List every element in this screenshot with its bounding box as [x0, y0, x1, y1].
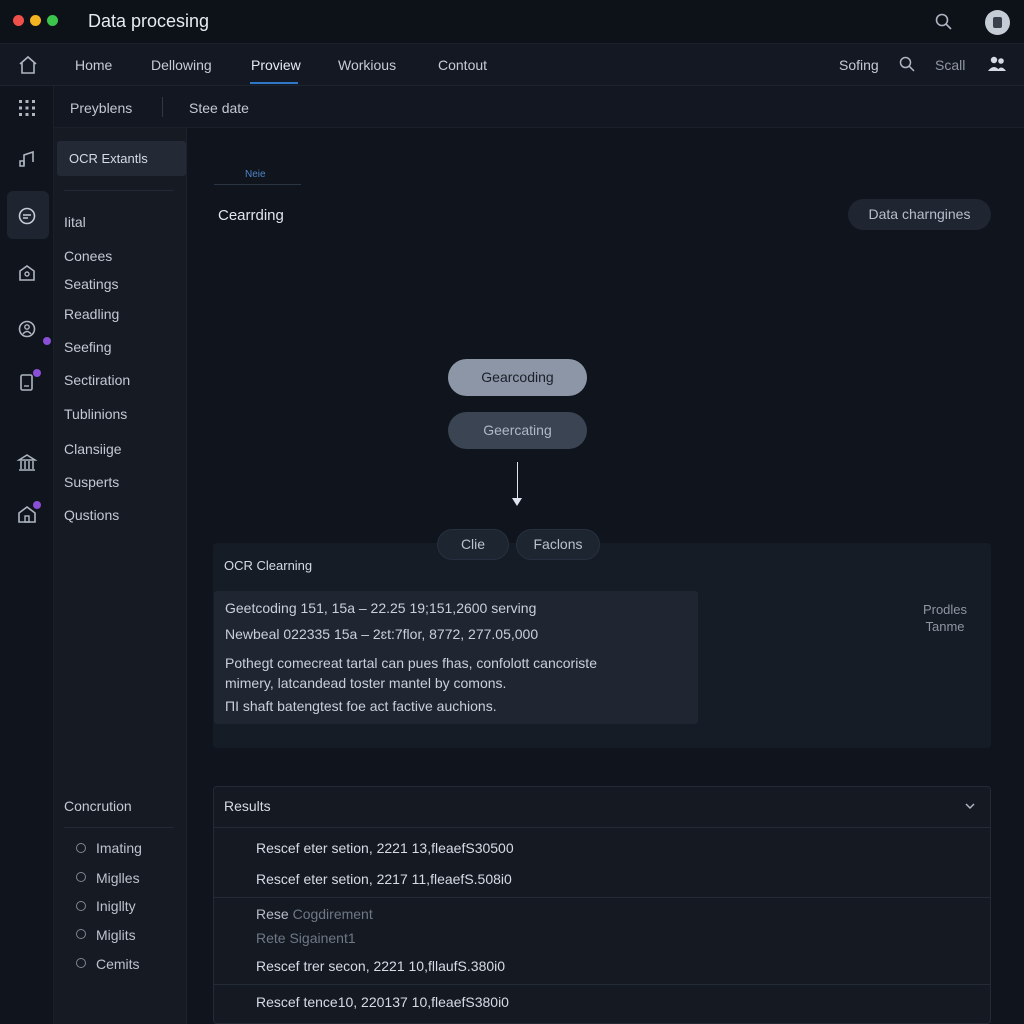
- radio-label: Imating: [96, 840, 142, 856]
- result-row[interactable]: Rescef eter setion, 2217 11,fleaefS.508i…: [256, 871, 512, 887]
- app-title: Data procesing: [88, 11, 210, 31]
- radio-cemits[interactable]: [76, 958, 86, 968]
- ocr-line: ΠI shaft batengtest foe act factive auch…: [225, 698, 497, 714]
- chevron-down-icon[interactable]: [963, 799, 977, 813]
- avatar[interactable]: [985, 10, 1010, 35]
- search-icon[interactable]: [934, 12, 954, 32]
- notification-badge: [43, 337, 51, 345]
- subbar-divider: [162, 97, 163, 117]
- result-row[interactable]: Rescef trer secon, 2221 10,fllaufS.380i0: [256, 958, 505, 974]
- home-icon[interactable]: [17, 54, 39, 76]
- sidebar-item-conees[interactable]: Conees: [64, 248, 112, 264]
- results-divider: [214, 897, 990, 898]
- ocr-panel-title: OCR Clearning: [224, 558, 313, 573]
- page-title: Cearrding: [218, 207, 284, 224]
- flow-arrow-head: [512, 498, 522, 506]
- subbar-stee-date[interactable]: Stee date: [189, 100, 249, 116]
- sidebar-item-tublinions[interactable]: Tublinions: [64, 406, 127, 422]
- nav-proview[interactable]: Proview: [251, 57, 301, 73]
- sidebar-item-sectiration[interactable]: Sectiration: [64, 372, 130, 388]
- breadcrumb[interactable]: Neie: [245, 169, 266, 180]
- ocr-line: Newbeal 022335 15a – 2ɛt:7flor, 8772, 27…: [225, 626, 539, 642]
- sidebar-item-readling[interactable]: Readling: [64, 306, 119, 322]
- bank-icon[interactable]: [16, 452, 38, 474]
- result-row-dim[interactable]: Rese Cogdirement: [256, 906, 373, 922]
- ocr-line: Pothegt comecreat tartal can pues fhas, …: [225, 655, 597, 671]
- radio-miglits[interactable]: [76, 929, 86, 939]
- shield-home-icon[interactable]: [16, 262, 38, 284]
- result-row-rest: Cogdirement: [288, 906, 373, 922]
- nav-dellowing[interactable]: Dellowing: [151, 57, 212, 73]
- notification-badge: [33, 369, 41, 377]
- nav-home[interactable]: Home: [75, 57, 112, 73]
- radio-miglles[interactable]: [76, 872, 86, 882]
- flow-arrow: [517, 462, 518, 500]
- users-icon[interactable]: [987, 55, 1007, 73]
- radio-imating[interactable]: [76, 843, 86, 853]
- active-tab-indicator: [250, 82, 298, 84]
- results-divider: [214, 984, 990, 985]
- close-window-button[interactable]: [13, 15, 24, 26]
- ocr-line: Geetcoding 151, 15a – 22.25 19;151,2600 …: [225, 600, 537, 616]
- flow-node-geercating[interactable]: Geercating: [448, 412, 587, 449]
- sidebar-section-title: Concrution: [64, 798, 132, 814]
- result-row-prefix: Rese: [256, 906, 289, 922]
- breadcrumb-underline: [214, 184, 301, 185]
- nav-workious[interactable]: Workious: [338, 57, 396, 73]
- sidebar-divider: [64, 827, 174, 828]
- result-row[interactable]: Rescef tence10, 220137 10,fleaefS380i0: [256, 994, 509, 1010]
- minimize-window-button[interactable]: [30, 15, 41, 26]
- side-note-line: Prodles: [922, 602, 968, 617]
- ocr-line: mimery, latcandead toster mantel by como…: [225, 675, 507, 691]
- result-row[interactable]: Rescef eter setion, 2221 13,fleaefS30500: [256, 840, 514, 856]
- side-note-line: Tanme: [925, 619, 965, 634]
- radio-label: Miglles: [96, 870, 140, 886]
- sidebar-divider: [64, 190, 174, 191]
- results-title: Results: [224, 798, 271, 814]
- sidebar-item-label: OCR Extantls: [69, 151, 148, 166]
- nav-scall[interactable]: Scall: [935, 57, 965, 73]
- result-row-rest: Rete Sigainent1: [256, 930, 356, 946]
- sidebar-item-qustions[interactable]: Qustions: [64, 507, 119, 523]
- sidebar-item-susperts[interactable]: Susperts: [64, 474, 119, 490]
- result-row-dim[interactable]: Rete Sigainent1: [256, 930, 356, 946]
- sidebar-item-seefing[interactable]: Seefing: [64, 339, 111, 355]
- nav-sofing[interactable]: Sofing: [839, 57, 879, 73]
- chat-icon[interactable]: [16, 205, 38, 227]
- sidebar-item-iital[interactable]: Iital: [64, 214, 86, 230]
- music-icon[interactable]: [16, 148, 38, 170]
- radio-label: Cemits: [96, 956, 140, 972]
- grid-icon[interactable]: [16, 97, 38, 119]
- radio-inigllty[interactable]: [76, 901, 86, 911]
- nav-contout[interactable]: Contout: [438, 57, 487, 73]
- radio-label: Inigllty: [96, 898, 136, 914]
- user-search-icon[interactable]: [16, 318, 38, 340]
- chip-clie[interactable]: Clie: [437, 529, 509, 560]
- sidebar-item-clansiige[interactable]: Clansiige: [64, 441, 122, 457]
- sidebar-item-seatings[interactable]: Seatings: [64, 276, 118, 292]
- search-icon[interactable]: [898, 55, 916, 73]
- notification-badge: [33, 501, 41, 509]
- data-changes-button[interactable]: Data charngines: [848, 199, 991, 230]
- subbar-preyblens[interactable]: Preyblens: [70, 100, 132, 116]
- results-header[interactable]: [214, 787, 990, 828]
- radio-label: Miglits: [96, 927, 136, 943]
- maximize-window-button[interactable]: [47, 15, 58, 26]
- chip-faclons[interactable]: Faclons: [516, 529, 600, 560]
- flow-node-gearcoding[interactable]: Gearcoding: [448, 359, 587, 396]
